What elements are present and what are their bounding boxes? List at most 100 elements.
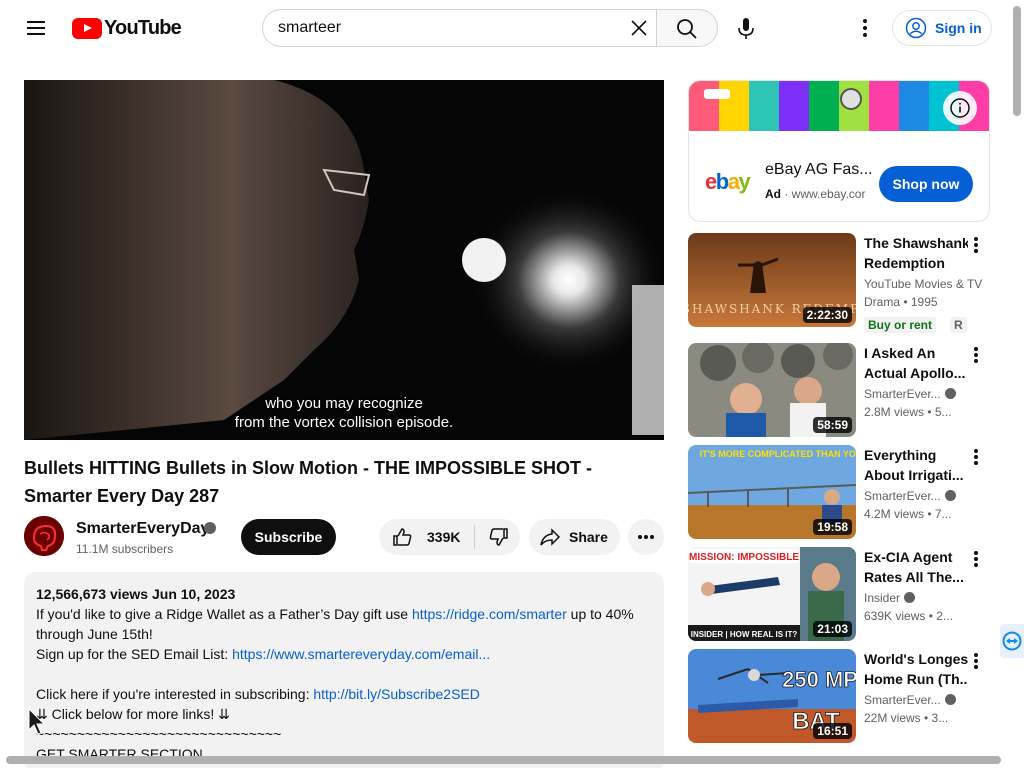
remote-support-icon — [1002, 631, 1022, 651]
ad-title: eBay AG Fas... — [765, 161, 873, 178]
recommendation-item[interactable]: IT'S MORE COMPLICATED THAN YOU THINK 19:… — [688, 445, 990, 539]
verified-icon — [944, 694, 956, 705]
more-vert-icon — [974, 653, 978, 669]
video-meta: 639K views • 2... — [864, 609, 953, 623]
video-title: World's Longest Home Run (Th... — [864, 651, 968, 687]
description-box[interactable]: 12,566,673 views Jun 10, 2023 If you'd l… — [24, 572, 664, 768]
video-meta: 2.8M views • 5... — [864, 405, 952, 419]
ebay-logo: ebay — [705, 169, 751, 194]
settings-menu-button[interactable] — [852, 12, 878, 44]
more-vert-icon — [974, 347, 978, 363]
ad-domain: www.ebay.cor — [791, 187, 866, 201]
ad-card[interactable]: ebay eBay AG Fas... Ad · www.ebay.cor Sh… — [688, 80, 990, 222]
description-line: ~~~~~~~~~~~~~~~~~~~~~~~~~~~~~~ — [36, 726, 282, 742]
video-duration: 16:51 — [813, 723, 852, 739]
shop-now-button[interactable]: Shop now — [879, 166, 973, 202]
channel-name: Insider — [864, 591, 916, 605]
account-icon — [905, 17, 927, 39]
teamviewer-widget[interactable] — [1000, 624, 1024, 658]
search-box — [262, 9, 656, 47]
share-label: Share — [569, 529, 608, 545]
search-icon — [677, 19, 697, 39]
search-button[interactable] — [656, 9, 718, 47]
video-menu-button[interactable] — [968, 547, 984, 571]
ad-subtitle: Ad · www.ebay.cor — [765, 187, 866, 201]
thumbs-up-icon — [393, 528, 412, 546]
more-vert-icon — [974, 449, 978, 465]
ridge-link[interactable]: https://ridge.com/smarter — [412, 606, 567, 622]
masthead: YouTube smarteer Sign in — [0, 0, 1010, 56]
video-duration: 19:58 — [813, 519, 852, 535]
video-menu-button[interactable] — [968, 343, 984, 367]
video-meta: 4.2M views • 7... — [864, 507, 952, 521]
video-thumbnail[interactable]: 58:59 — [688, 343, 856, 437]
recommendation-item[interactable]: MISSION: IMPOSSIBLE INSIDER | HOW REAL I… — [688, 547, 990, 641]
channel-name: SmarterEver... — [864, 693, 956, 707]
video-thumbnail[interactable]: 250 MPH BAT 16:51 — [688, 649, 856, 743]
sign-in-label: Sign in — [935, 20, 982, 36]
thumbnail-caption: 250 MPH — [782, 667, 856, 692]
buy-or-rent-badge: Buy or rent — [864, 317, 937, 333]
more-vert-icon — [974, 551, 978, 567]
youtube-logo[interactable]: YouTube — [72, 16, 182, 40]
subscribe-link[interactable]: http://bit.ly/Subscribe2SED — [313, 686, 480, 702]
caption-line: from the vortex collision episode. — [234, 414, 454, 431]
video-menu-button[interactable] — [968, 445, 984, 469]
video-meta: 22M views • 3... — [864, 711, 949, 725]
channel-avatar[interactable] — [24, 516, 64, 556]
like-count: 339K — [427, 529, 461, 545]
caption-line: who you may recognize — [265, 395, 423, 412]
logo-text: YouTube — [104, 16, 182, 39]
youtube-play-icon — [72, 17, 102, 39]
hamburger-icon — [27, 21, 45, 23]
menu-button[interactable] — [20, 12, 52, 44]
video-duration: 58:59 — [813, 417, 852, 433]
youtube-watch-page: YouTube smarteer Sign in who you may rec… — [0, 0, 1024, 768]
like-divider — [474, 525, 475, 549]
channel-name: SmarterEver... — [864, 489, 956, 503]
email-list-link[interactable]: https://www.smartereveryday.com/email... — [232, 646, 490, 662]
video-title: Ex-CIA Agent Rates All The... — [864, 549, 964, 585]
video-meta: Drama • 1995 — [864, 295, 938, 309]
video-title: Everything About Irrigati... — [864, 447, 964, 483]
clear-search-button[interactable] — [624, 13, 654, 43]
recommendation-item[interactable]: THE SHAWSHANK REDEMPTION 2:22:30 The Sha… — [688, 233, 990, 333]
info-icon — [950, 98, 970, 118]
video-thumbnail[interactable]: IT'S MORE COMPLICATED THAN YOU THINK 19:… — [688, 445, 856, 539]
dislike-button[interactable] — [477, 519, 520, 555]
verified-icon — [944, 388, 956, 399]
horizontal-scrollbar[interactable] — [6, 756, 1001, 764]
vertical-scrollbar[interactable] — [1013, 6, 1021, 116]
video-duration: 2:22:30 — [802, 307, 852, 323]
recommendation-item[interactable]: 250 MPH BAT 16:51 World's Longest Home R… — [688, 649, 990, 743]
description-line: If you'd like to give a Ridge Wallet as … — [36, 606, 634, 622]
thumbnail-caption: INSIDER | HOW REAL IS IT? — [691, 630, 798, 639]
thumbnail-caption: MISSION: IMPOSSIBLE — [689, 552, 799, 563]
video-player[interactable]: who you may recognize from the vortex co… — [24, 80, 664, 440]
video-thumbnail[interactable]: THE SHAWSHANK REDEMPTION 2:22:30 — [688, 233, 856, 327]
search-input[interactable] — [278, 10, 608, 46]
description-line: through June 15th! — [36, 626, 153, 642]
sign-in-button[interactable]: Sign in — [892, 10, 992, 46]
close-icon — [631, 20, 647, 36]
description-line: Sign up for the SED Email List: https://… — [36, 646, 491, 662]
subscribe-button[interactable]: Subscribe — [241, 519, 336, 555]
description-line: Click here if you're interested in subsc… — [36, 686, 480, 702]
video-frame — [24, 80, 664, 440]
mouse-cursor-icon — [28, 708, 46, 735]
more-vert-icon — [863, 19, 867, 37]
video-captions: who you may recognize from the vortex co… — [24, 394, 664, 432]
share-button[interactable]: Share — [529, 519, 620, 555]
video-menu-button[interactable] — [968, 233, 984, 257]
video-menu-button[interactable] — [968, 649, 984, 673]
like-button[interactable]: 339K — [379, 519, 469, 555]
recommendation-item[interactable]: 58:59 I Asked An Actual Apollo... Smarte… — [688, 343, 990, 437]
subscriber-count: 11.1M subscribers — [76, 542, 174, 556]
voice-search-button[interactable] — [728, 10, 764, 46]
channel-name[interactable]: SmarterEveryDay — [76, 520, 209, 538]
video-title: The Shawshank Redemption — [864, 235, 968, 271]
more-actions-button[interactable] — [628, 519, 664, 555]
video-title: I Asked An Actual Apollo... — [864, 345, 966, 381]
ad-info-button[interactable] — [943, 91, 977, 125]
video-thumbnail[interactable]: MISSION: IMPOSSIBLE INSIDER | HOW REAL I… — [688, 547, 856, 641]
